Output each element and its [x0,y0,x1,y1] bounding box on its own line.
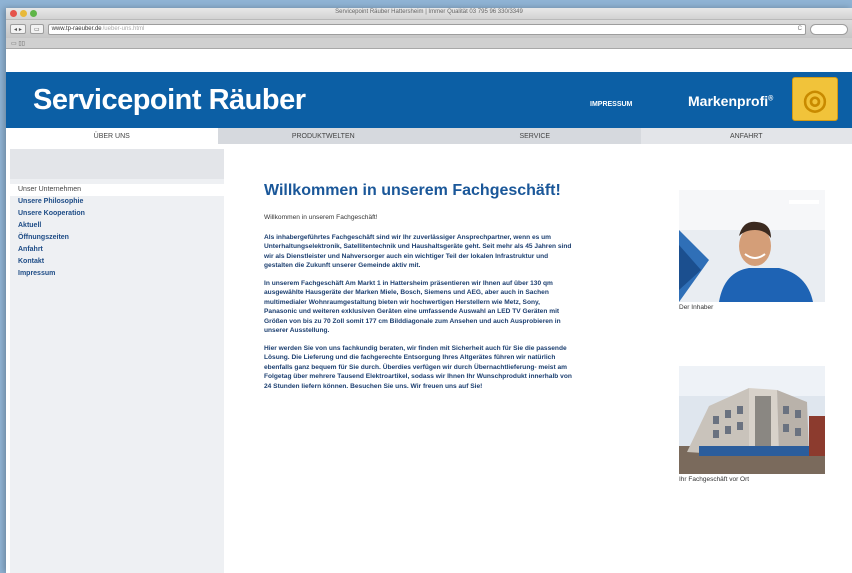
site-brand[interactable]: Servicepoint Räuber [33,84,306,117]
sidebar-item-philosophie[interactable]: Unsere Philosophie [10,196,224,208]
owner-caption: Der Inhaber [679,304,714,311]
intro-text: Willkommen in unserem Fachgeschäft! [264,214,378,221]
bookmarks-icon[interactable]: ▭ ▯▯ [11,40,25,47]
markenprofi-text: Markenprofi [688,93,769,109]
nav-produktwelten[interactable]: PRODUKTWELTEN [217,128,429,144]
markenprofi-badge-icon: ◎ [792,77,838,121]
sidebar-item-kooperation[interactable]: Unsere Kooperation [10,208,224,220]
nav-anfahrt[interactable]: ANFAHRT [641,128,852,144]
owner-photo [679,190,825,302]
search-field[interactable] [810,23,848,35]
main-navigation: ÜBER UNS PRODUKTWELTEN SERVICE ANFAHRT [6,128,852,144]
main-article: Willkommen in unserem Fachgeschäft! Will… [264,181,574,399]
shop-caption: Ihr Fachgeschäft vor Ort [679,476,750,483]
paragraph-2: In unserem Fachgeschäft Am Markt 1 in Ha… [264,279,561,335]
shop-photo [679,366,825,474]
browser-toolbar: ◂ ▸ ▭ www.tp-raeuber.de /ueber-uns.html … [6,20,852,38]
paragraph-1: Als inhabergeführtes Fachgeschäft sind w… [264,233,572,270]
markenprofi-logo: Markenprofi® [688,93,773,109]
sidebar-header [10,149,224,179]
sidebar: Unser Unternehmen Unsere Philosophie Uns… [10,149,224,573]
site-header: Servicepoint Räuber IMPRESSUM Markenprof… [6,72,852,128]
browser-window: Servicepoint Räuber Hattersheim | Immer … [6,8,852,573]
sidebar-item-impressum[interactable]: Impressum [10,268,224,280]
nav-service[interactable]: SERVICE [429,128,641,144]
reload-icon[interactable]: C [798,26,802,32]
bookmarks-bar: ▭ ▯▯ [6,38,852,49]
page-content: Unser Unternehmen Unsere Philosophie Uns… [6,144,852,573]
sidebar-item-aktuell[interactable]: Aktuell [10,220,224,232]
title-bar: Servicepoint Räuber Hattersheim | Immer … [6,8,852,20]
url-path: /ueber-uns.html [102,26,145,32]
url-text: www.tp-raeuber.de [51,26,102,32]
tabs-button[interactable]: ▭ [29,24,44,34]
page-title: Willkommen in unserem Fachgeschäft! [264,182,561,199]
sidebar-item-kontakt[interactable]: Kontakt [10,256,224,268]
markenprofi-registered: ® [768,95,774,103]
back-forward-button[interactable]: ◂ ▸ [10,24,26,34]
address-bar[interactable]: www.tp-raeuber.de /ueber-uns.html C [47,23,806,35]
header-impressum-link[interactable]: IMPRESSUM [590,101,632,108]
sidebar-item-oeffnungszeiten[interactable]: Öffnungszeiten [10,232,224,244]
paragraph-3: Hier werden Sie von uns fachkundig berat… [264,344,572,390]
sidebar-menu: Unser Unternehmen Unsere Philosophie Uns… [10,184,224,280]
nav-ueber-uns[interactable]: ÜBER UNS [6,128,218,144]
sidebar-item-anfahrt[interactable]: Anfahrt [10,244,224,256]
window-title: Servicepoint Räuber Hattersheim | Immer … [335,9,523,15]
sidebar-item-unternehmen[interactable]: Unser Unternehmen [10,184,224,196]
